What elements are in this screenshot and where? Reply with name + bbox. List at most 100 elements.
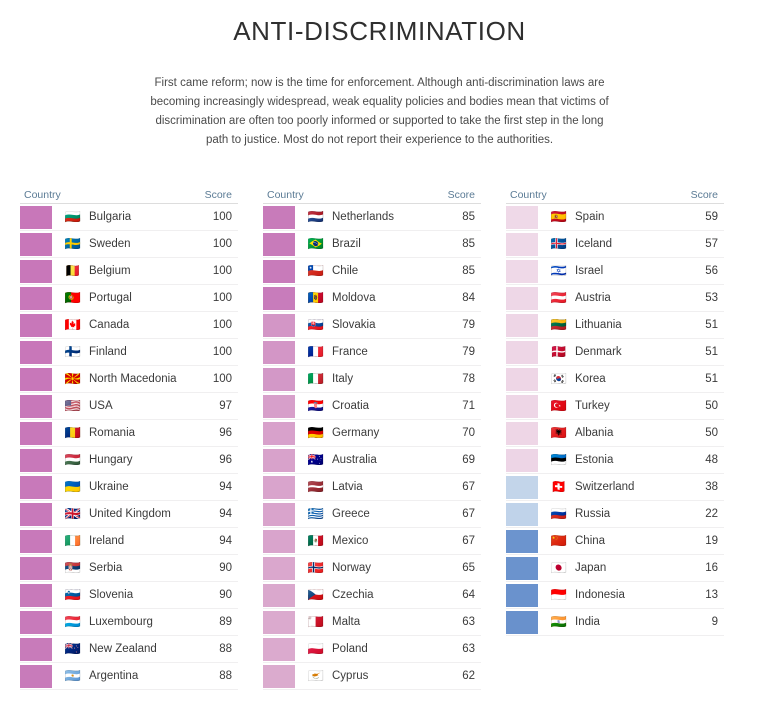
table-row[interactable]: 🇦🇹 Austria 53 [506, 285, 724, 312]
table-row[interactable]: 🇨🇭 Switzerland 38 [506, 474, 724, 501]
table-row[interactable]: 🇷🇸 Serbia 90 [20, 555, 238, 582]
table-row[interactable]: 🇳🇱 Netherlands 85 [263, 204, 481, 231]
table-row[interactable]: 🇮🇱 Israel 56 [506, 258, 724, 285]
table-row[interactable]: 🇹🇷 Turkey 50 [506, 393, 724, 420]
flag-belgium-icon: 🇧🇪 [64, 263, 82, 279]
table-row[interactable]: 🇦🇷 Argentina 88 [20, 663, 238, 690]
table-row[interactable]: 🇨🇾 Cyprus 62 [263, 663, 481, 690]
table-row[interactable]: 🇱🇺 Luxembourg 89 [20, 609, 238, 636]
table-row[interactable]: 🇬🇧 United Kingdom 94 [20, 501, 238, 528]
table-row[interactable]: 🇳🇿 New Zealand 88 [20, 636, 238, 663]
country-score: 89 [219, 616, 232, 628]
score-color-swatch [20, 475, 52, 499]
table-row[interactable]: 🇧🇷 Brazil 85 [263, 231, 481, 258]
column-header-country[interactable]: Country [24, 189, 205, 201]
flag-albania-icon: 🇦🇱 [550, 425, 568, 441]
country-score: 51 [705, 346, 718, 358]
flag-poland-icon: 🇵🇱 [307, 641, 325, 657]
score-color-swatch [263, 232, 295, 256]
country-name: Cyprus [332, 670, 369, 682]
table-row[interactable]: 🇧🇪 Belgium 100 [20, 258, 238, 285]
country-score: 9 [711, 616, 718, 628]
score-color-swatch [506, 448, 538, 472]
table-row[interactable]: 🇫🇷 France 79 [263, 339, 481, 366]
table-row[interactable]: 🇭🇷 Croatia 71 [263, 393, 481, 420]
table-row[interactable]: 🇦🇱 Albania 50 [506, 420, 724, 447]
country-score: 67 [462, 535, 475, 547]
table-row[interactable]: 🇨🇦 Canada 100 [20, 312, 238, 339]
table-row[interactable]: 🇱🇹 Lithuania 51 [506, 312, 724, 339]
table-row[interactable]: 🇨🇳 China 19 [506, 528, 724, 555]
table-row[interactable]: 🇰🇷 Korea 51 [506, 366, 724, 393]
table-row[interactable]: 🇺🇦 Ukraine 94 [20, 474, 238, 501]
flag-russia-icon: 🇷🇺 [550, 506, 568, 522]
table-row[interactable]: 🇸🇰 Slovakia 79 [263, 312, 481, 339]
flag-north-macedonia-icon: 🇲🇰 [64, 371, 82, 387]
table-row[interactable]: 🇪🇸 Spain 59 [506, 204, 724, 231]
table-row[interactable]: 🇦🇺 Australia 69 [263, 447, 481, 474]
table-row[interactable]: 🇩🇰 Denmark 51 [506, 339, 724, 366]
flag-spain-icon: 🇪🇸 [550, 209, 568, 225]
table-row[interactable]: 🇮🇹 Italy 78 [263, 366, 481, 393]
table-row[interactable]: 🇮🇪 Ireland 94 [20, 528, 238, 555]
table-row[interactable]: 🇨🇱 Chile 85 [263, 258, 481, 285]
score-color-swatch [506, 259, 538, 283]
table-row[interactable]: 🇵🇹 Portugal 100 [20, 285, 238, 312]
flag-ireland-icon: 🇮🇪 [64, 533, 82, 549]
country-name: Indonesia [575, 589, 625, 601]
country-name: Hungary [89, 454, 133, 466]
country-name: Estonia [575, 454, 614, 466]
column-header-score[interactable]: Score [205, 189, 232, 201]
flag-korea-icon: 🇰🇷 [550, 371, 568, 387]
table-row[interactable]: 🇲🇰 North Macedonia 100 [20, 366, 238, 393]
flag-romania-icon: 🇷🇴 [64, 425, 82, 441]
table-row[interactable]: 🇸🇮 Slovenia 90 [20, 582, 238, 609]
column-header-score[interactable]: Score [691, 189, 718, 201]
table-row[interactable]: 🇪🇪 Estonia 48 [506, 447, 724, 474]
flag-estonia-icon: 🇪🇪 [550, 452, 568, 468]
score-color-swatch [263, 637, 295, 661]
column-header-score[interactable]: Score [448, 189, 475, 201]
table-row[interactable]: 🇧🇬 Bulgaria 100 [20, 204, 238, 231]
score-color-swatch [506, 313, 538, 337]
country-score: 94 [219, 535, 232, 547]
flag-portugal-icon: 🇵🇹 [64, 290, 82, 306]
score-color-swatch [506, 556, 538, 580]
score-color-swatch [20, 313, 52, 337]
table-row[interactable]: 🇭🇺 Hungary 96 [20, 447, 238, 474]
flag-slovakia-icon: 🇸🇰 [307, 317, 325, 333]
table-row[interactable]: 🇲🇩 Moldova 84 [263, 285, 481, 312]
country-score: 88 [219, 643, 232, 655]
country-name: Chile [332, 265, 359, 277]
table-row[interactable]: 🇳🇴 Norway 65 [263, 555, 481, 582]
table-row[interactable]: 🇱🇻 Latvia 67 [263, 474, 481, 501]
flag-australia-icon: 🇦🇺 [307, 452, 325, 468]
table-row[interactable]: 🇨🇿 Czechia 64 [263, 582, 481, 609]
country-name: Finland [89, 346, 127, 358]
table-row[interactable]: 🇲🇽 Mexico 67 [263, 528, 481, 555]
table-row[interactable]: 🇩🇪 Germany 70 [263, 420, 481, 447]
table-row[interactable]: 🇸🇪 Sweden 100 [20, 231, 238, 258]
table-row[interactable]: 🇬🇷 Greece 67 [263, 501, 481, 528]
table-row[interactable]: 🇮🇩 Indonesia 13 [506, 582, 724, 609]
column-header-country[interactable]: Country [267, 189, 448, 201]
table-row[interactable]: 🇷🇴 Romania 96 [20, 420, 238, 447]
table-row[interactable]: 🇺🇸 USA 97 [20, 393, 238, 420]
table-row[interactable]: 🇫🇮 Finland 100 [20, 339, 238, 366]
table-row[interactable]: 🇯🇵 Japan 16 [506, 555, 724, 582]
flag-serbia-icon: 🇷🇸 [64, 560, 82, 576]
table-header-row: Country Score [263, 183, 481, 204]
table-row[interactable]: 🇲🇹 Malta 63 [263, 609, 481, 636]
table-row[interactable]: 🇮🇸 Iceland 57 [506, 231, 724, 258]
country-name: Belgium [89, 265, 131, 277]
table-row[interactable]: 🇮🇳 India 9 [506, 609, 724, 636]
country-score: 85 [462, 265, 475, 277]
flag-israel-icon: 🇮🇱 [550, 263, 568, 279]
table-row[interactable]: 🇷🇺 Russia 22 [506, 501, 724, 528]
country-score: 63 [462, 616, 475, 628]
column-header-country[interactable]: Country [510, 189, 691, 201]
country-name: Czechia [332, 589, 374, 601]
country-score: 19 [705, 535, 718, 547]
score-color-swatch [506, 340, 538, 364]
table-row[interactable]: 🇵🇱 Poland 63 [263, 636, 481, 663]
